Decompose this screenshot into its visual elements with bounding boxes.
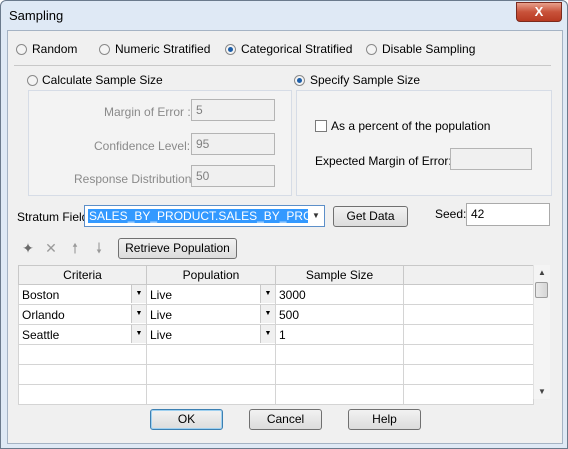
radio-numeric-stratified-label: Numeric Stratified <box>115 42 211 56</box>
help-button[interactable]: Help <box>348 409 421 430</box>
empty-cell[interactable] <box>146 364 276 385</box>
criteria-value: Seattle <box>22 327 60 342</box>
move-down-icon[interactable]: 🠗 <box>91 240 107 256</box>
table-row <box>18 364 534 385</box>
table-row: Orlando ▼ Live ▼ 500 <box>18 304 534 325</box>
ok-button[interactable]: OK <box>150 409 223 430</box>
radio-random-label: Random <box>32 42 78 56</box>
criteria-value: Boston <box>22 287 60 302</box>
empty-cell <box>403 344 534 365</box>
sample-size-cell[interactable]: 3000 <box>275 284 404 305</box>
chevron-down-icon[interactable]: ▼ <box>260 305 275 323</box>
empty-cell[interactable] <box>18 344 147 365</box>
empty-cell <box>403 384 534 405</box>
empty-cell[interactable] <box>146 384 276 405</box>
calculate-sample-size-label: Calculate Sample Size <box>42 73 163 87</box>
criteria-cell[interactable]: Orlando ▼ <box>18 304 147 325</box>
chevron-down-icon[interactable]: ▼ <box>260 285 275 303</box>
specify-group <box>296 90 552 196</box>
dialog-title: Sampling <box>9 8 64 23</box>
population-value: Live <box>150 287 173 302</box>
sample-size-cell[interactable]: 500 <box>275 304 404 325</box>
dialog-body: Random Numeric Stratified Categorical St… <box>7 30 563 444</box>
empty-cell <box>403 324 534 345</box>
population-value: Live <box>150 327 173 342</box>
empty-cell[interactable] <box>146 344 276 365</box>
radio-random[interactable] <box>16 44 27 55</box>
stratum-grid: Criteria Population Sample Size Boston ▼ … <box>18 265 534 405</box>
response-distribution-label: Response Distribution: <box>74 172 195 186</box>
empty-cell[interactable] <box>18 364 147 385</box>
table-row <box>18 344 534 365</box>
percent-of-population-checkbox[interactable] <box>315 120 327 132</box>
retrieve-population-button[interactable]: Retrieve Population <box>118 238 237 259</box>
radio-disable-sampling[interactable] <box>366 44 377 55</box>
close-button[interactable]: X <box>516 2 562 22</box>
chevron-down-icon[interactable]: ▼ <box>131 285 146 303</box>
population-value: Live <box>150 307 173 322</box>
confidence-level-label: Confidence Level: <box>94 139 191 153</box>
criteria-cell[interactable]: Seattle ▼ <box>18 324 147 345</box>
column-header-population[interactable]: Population <box>146 265 276 285</box>
stratum-field-value: SALES_BY_PRODUCT.SALES_BY_PRODUCT <box>88 209 308 223</box>
radio-disable-sampling-label: Disable Sampling <box>382 42 476 56</box>
empty-cell <box>403 304 534 325</box>
confidence-level-input[interactable]: 95 <box>191 133 275 155</box>
column-header-empty <box>403 265 534 285</box>
scroll-down-icon[interactable]: ▼ <box>534 385 550 399</box>
sample-size-cell[interactable]: 1 <box>275 324 404 345</box>
mode-separator <box>14 65 551 66</box>
radio-numeric-stratified[interactable] <box>99 44 110 55</box>
scrollbar-thumb[interactable] <box>535 282 548 298</box>
radio-calculate-sample-size[interactable] <box>27 75 38 86</box>
table-row: Boston ▼ Live ▼ 3000 <box>18 284 534 305</box>
stratum-field-label: Stratum Field: <box>17 210 92 224</box>
empty-cell[interactable] <box>275 364 404 385</box>
title-bar: Sampling X <box>1 1 567 31</box>
seed-label: Seed: <box>435 207 467 221</box>
grid-header-row: Criteria Population Sample Size <box>18 265 534 285</box>
radio-specify-sample-size[interactable] <box>294 75 305 86</box>
specify-sample-size-label: Specify Sample Size <box>310 73 421 87</box>
sampling-dialog: Sampling X Random Numeric Stratified Cat… <box>0 0 568 449</box>
table-row: Seattle ▼ Live ▼ 1 <box>18 324 534 345</box>
radio-categorical-stratified[interactable] <box>225 44 236 55</box>
response-distribution-input[interactable]: 50 <box>191 165 275 187</box>
seed-input[interactable]: 42 <box>466 203 550 226</box>
percent-of-population-label: As a percent of the population <box>331 119 491 133</box>
grid-scrollbar[interactable]: ▲ ▼ <box>533 265 550 399</box>
chevron-down-icon[interactable]: ▼ <box>131 305 146 323</box>
column-header-sample-size[interactable]: Sample Size <box>275 265 404 285</box>
empty-cell <box>403 364 534 385</box>
delete-icon[interactable]: ✕ <box>43 240 59 256</box>
table-row <box>18 384 534 405</box>
empty-cell[interactable] <box>275 344 404 365</box>
population-cell[interactable]: Live ▼ <box>146 284 276 305</box>
empty-cell[interactable] <box>275 384 404 405</box>
move-up-icon[interactable]: 🠕 <box>67 240 83 256</box>
empty-cell[interactable] <box>18 384 147 405</box>
margin-of-error-label: Margin of Error : <box>104 105 191 119</box>
criteria-value: Orlando <box>22 307 65 322</box>
empty-cell <box>403 284 534 305</box>
expected-margin-label: Expected Margin of Error: <box>315 154 452 168</box>
chevron-down-icon[interactable]: ▼ <box>260 325 275 343</box>
radio-categorical-stratified-label: Categorical Stratified <box>241 42 353 56</box>
get-data-button[interactable]: Get Data <box>333 206 408 227</box>
population-cell[interactable]: Live ▼ <box>146 324 276 345</box>
margin-of-error-input[interactable]: 5 <box>191 99 275 121</box>
column-header-criteria[interactable]: Criteria <box>18 265 147 285</box>
new-row-icon[interactable]: ✦ <box>20 240 36 256</box>
chevron-down-icon: ▼ <box>312 211 320 220</box>
expected-margin-input[interactable] <box>450 148 532 170</box>
criteria-cell[interactable]: Boston ▼ <box>18 284 147 305</box>
scroll-up-icon[interactable]: ▲ <box>534 266 550 280</box>
population-cell[interactable]: Live ▼ <box>146 304 276 325</box>
chevron-down-icon[interactable]: ▼ <box>131 325 146 343</box>
cancel-button[interactable]: Cancel <box>249 409 322 430</box>
stratum-field-select[interactable]: SALES_BY_PRODUCT.SALES_BY_PRODUCT ▼ <box>84 205 325 227</box>
